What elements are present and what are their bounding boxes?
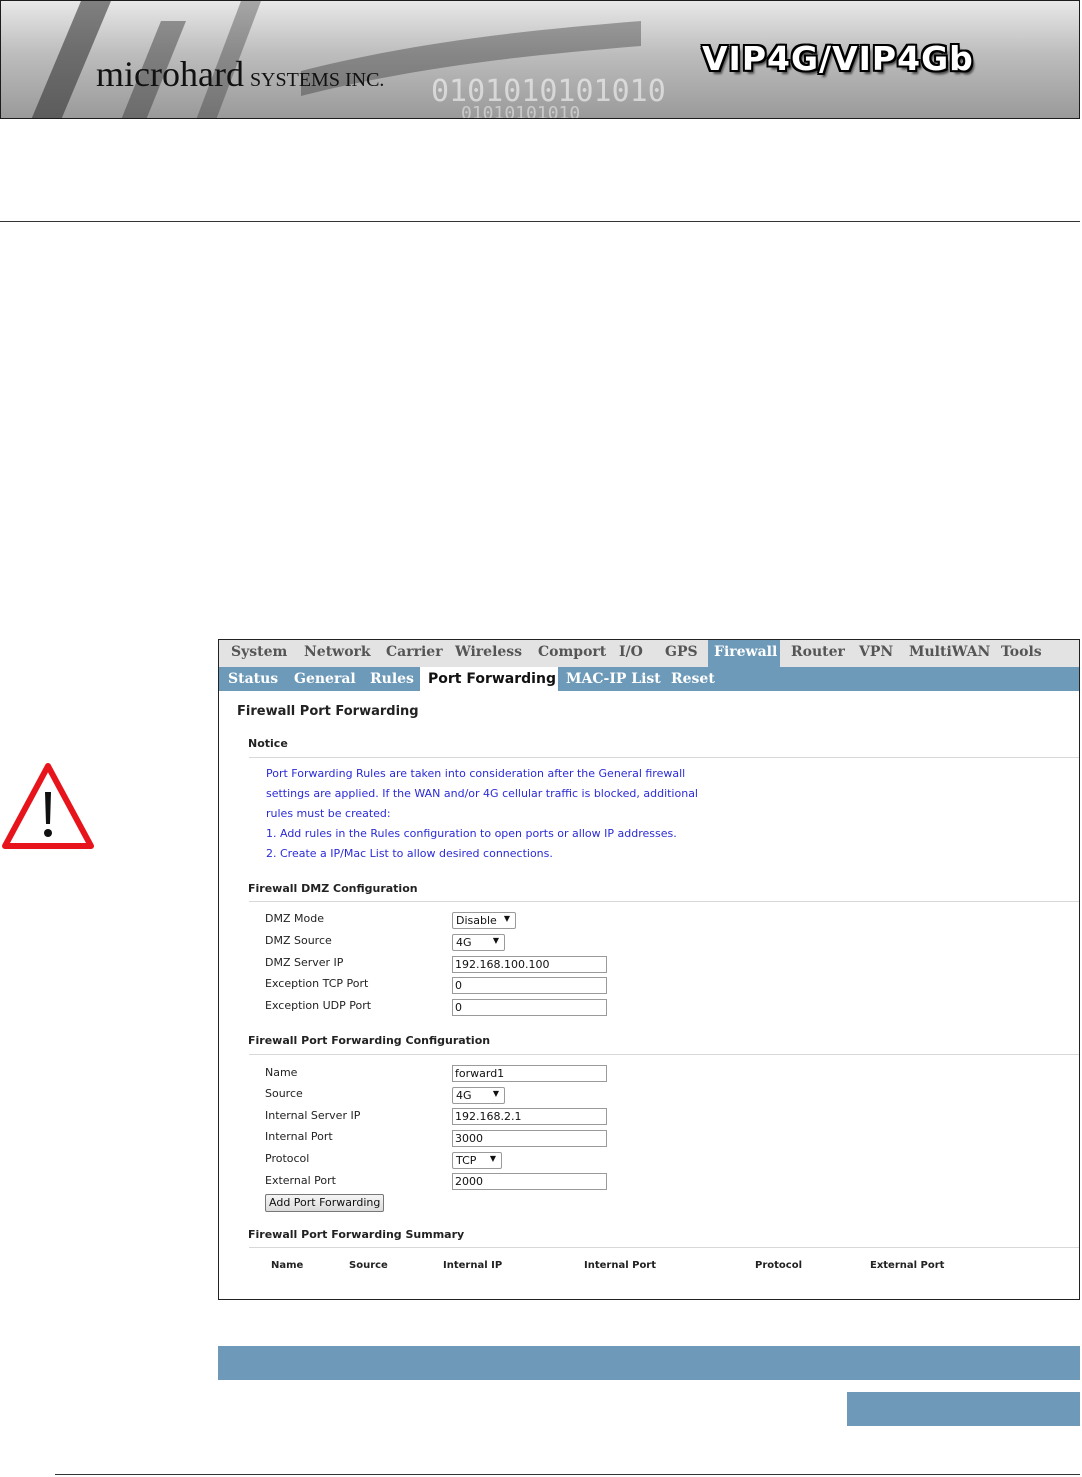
brand-logo: microhard SYSTEMS INC. xyxy=(96,53,384,95)
subtab-rules[interactable]: Rules xyxy=(370,671,414,687)
exception-udp-input[interactable]: 0 xyxy=(452,999,607,1016)
chevron-down-icon: ▼ xyxy=(489,1154,496,1163)
notice-line-5: 2. Create a IP/Mac List to allow desired… xyxy=(266,847,553,860)
dmz-mode-value: Disable xyxy=(456,914,497,927)
tab-multiwan[interactable]: MultiWAN xyxy=(909,644,990,660)
protocol-value: TCP xyxy=(456,1154,477,1167)
tab-tools[interactable]: Tools xyxy=(1001,644,1042,660)
header-banner: 0101010101010 01010101010 microhard SYSTE… xyxy=(0,0,1080,119)
tab-system[interactable]: System xyxy=(231,644,287,660)
col-name: Name xyxy=(271,1260,304,1271)
add-port-forwarding-button[interactable]: Add Port Forwarding xyxy=(265,1194,385,1212)
exception-udp-label: Exception UDP Port xyxy=(265,999,372,1012)
warning-triangle-icon xyxy=(2,762,94,855)
col-internal-ip: Internal IP xyxy=(443,1260,503,1271)
notice-divider xyxy=(249,757,1079,758)
dmz-mode-label: DMZ Mode xyxy=(265,912,324,925)
tab-firewall[interactable]: Firewall xyxy=(714,644,777,660)
internal-port-label: Internal Port xyxy=(265,1130,333,1143)
dmz-source-select[interactable]: 4G ▼ xyxy=(452,934,505,951)
dmz-source-value: 4G xyxy=(456,936,472,949)
col-external-port: External Port xyxy=(870,1260,945,1271)
col-protocol: Protocol xyxy=(755,1260,803,1271)
top-nav: System Network Carrier Wireless Comport … xyxy=(219,640,1079,667)
page-title: Firewall Port Forwarding xyxy=(237,704,419,719)
svg-text:01010101010: 01010101010 xyxy=(461,103,580,119)
tab-vpn[interactable]: VPN xyxy=(859,644,893,660)
name-label: Name xyxy=(265,1066,298,1079)
protocol-select[interactable]: TCP ▼ xyxy=(452,1152,502,1169)
subtab-general[interactable]: General xyxy=(294,671,356,687)
tab-carrier[interactable]: Carrier xyxy=(386,644,443,660)
chevron-down-icon: ▼ xyxy=(503,914,510,923)
protocol-label: Protocol xyxy=(265,1152,310,1165)
tab-io[interactable]: I/O xyxy=(619,644,643,660)
dmz-server-ip-label: DMZ Server IP xyxy=(265,956,344,969)
source-label: Source xyxy=(265,1087,303,1100)
summary-divider xyxy=(249,1247,1079,1248)
dmz-source-label: DMZ Source xyxy=(265,934,332,947)
brand-name: microhard xyxy=(96,54,244,94)
sub-nav: Status General Rules Port Forwarding MAC… xyxy=(219,667,1079,691)
notice-heading: Notice xyxy=(248,737,288,750)
internal-ip-label: Internal Server IP xyxy=(265,1109,361,1122)
chevron-down-icon: ▼ xyxy=(492,936,499,945)
tab-gps[interactable]: GPS xyxy=(665,644,698,660)
col-source: Source xyxy=(349,1260,388,1271)
notice-line-4: 1. Add rules in the Rules configuration … xyxy=(266,827,677,840)
exception-tcp-input[interactable]: 0 xyxy=(452,977,607,994)
summary-heading: Firewall Port Forwarding Summary xyxy=(248,1228,465,1241)
notice-line-2: settings are applied. If the WAN and/or … xyxy=(266,787,698,800)
internal-ip-input[interactable]: 192.168.2.1 xyxy=(452,1108,607,1125)
dmz-heading: Firewall DMZ Configuration xyxy=(248,882,418,895)
forwarding-heading: Firewall Port Forwarding Configuration xyxy=(248,1034,491,1047)
exception-tcp-label: Exception TCP Port xyxy=(265,977,369,990)
internal-port-input[interactable]: 3000 xyxy=(452,1130,607,1147)
router-ui-screenshot: System Network Carrier Wireless Comport … xyxy=(218,639,1080,1300)
subtab-reset[interactable]: Reset xyxy=(671,671,715,687)
tab-comport[interactable]: Comport xyxy=(538,644,606,660)
dmz-mode-select[interactable]: Disable ▼ xyxy=(452,912,516,929)
page-tab-bar xyxy=(847,1392,1080,1426)
name-input[interactable]: forward1 xyxy=(452,1065,607,1082)
subtab-mac-ip-list[interactable]: MAC-IP List xyxy=(566,671,661,687)
col-internal-port: Internal Port xyxy=(584,1260,657,1271)
footer-bar xyxy=(218,1346,1080,1380)
subtab-port-forwarding[interactable]: Port Forwarding xyxy=(428,671,556,687)
footer-divider xyxy=(55,1474,1080,1475)
source-value: 4G xyxy=(456,1089,472,1102)
external-port-label: External Port xyxy=(265,1174,336,1187)
dmz-server-ip-input[interactable]: 192.168.100.100 xyxy=(452,956,607,973)
forwarding-divider xyxy=(249,1054,1079,1055)
brand-suffix: SYSTEMS INC. xyxy=(249,69,385,91)
source-select[interactable]: 4G ▼ xyxy=(452,1087,505,1104)
product-title: VIP4G/VIP4Gb xyxy=(702,39,974,78)
chevron-down-icon: ▼ xyxy=(492,1089,499,1098)
dmz-divider xyxy=(249,901,1079,902)
subtab-status[interactable]: Status xyxy=(228,671,278,687)
tab-router[interactable]: Router xyxy=(791,644,845,660)
notice-line-1: Port Forwarding Rules are taken into con… xyxy=(266,767,686,780)
tab-network[interactable]: Network xyxy=(304,644,371,660)
tab-wireless[interactable]: Wireless xyxy=(455,644,522,660)
notice-line-3: rules must be created: xyxy=(266,807,391,820)
external-port-input[interactable]: 2000 xyxy=(452,1173,607,1190)
header-divider xyxy=(0,221,1080,222)
